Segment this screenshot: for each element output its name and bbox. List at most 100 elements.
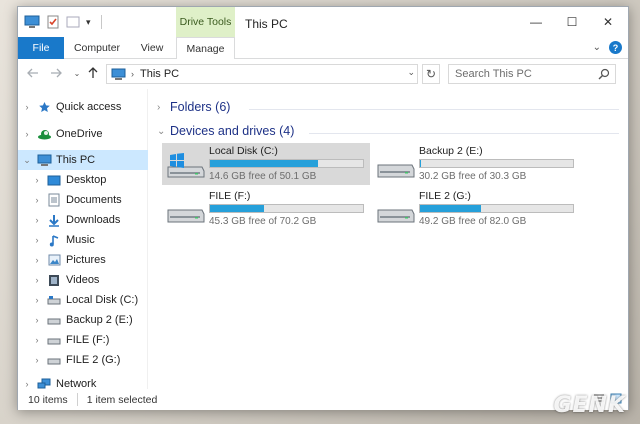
drive-file-f[interactable]: FILE (F:) 45.3 GB free of 70.2 GB [162,188,370,230]
tab-computer[interactable]: Computer [68,37,126,59]
computer-icon [111,68,126,80]
drive-name: FILE 2 (G:) [419,190,471,202]
drive-usage-bar [419,159,574,168]
nav-item-desktop[interactable]: › Desktop [18,170,148,190]
properties-icon[interactable] [46,15,60,29]
group-divider [249,109,619,110]
nav-item-label: FILE (F:) [66,334,110,346]
tab-view[interactable]: View [130,37,174,59]
genk-watermark-logo: GENK [553,393,626,418]
expand-chevron-icon[interactable]: › [22,129,32,139]
recent-locations-icon[interactable]: ⌄ [70,66,84,80]
address-bar[interactable]: › This PC ⌄ [106,64,418,84]
navigation-pane: › Quick access › OneDrive ⌄ This PC › De… [18,89,148,390]
nav-item-label: Music [66,234,95,246]
nav-item-local-disk-c[interactable]: › Local Disk (C:) [18,290,148,310]
close-button[interactable]: ✕ [590,7,626,37]
drive-free-space: 14.6 GB free of 50.1 GB [209,171,317,182]
expand-chevron-icon[interactable]: › [32,295,42,305]
group-header-label: Folders (6) [170,100,231,114]
nav-item-label: Desktop [66,174,107,186]
nav-item-backup-2-e[interactable]: › Backup 2 (E:) [18,310,148,330]
new-folder-icon[interactable] [66,15,80,29]
nav-item-label: Pictures [66,254,106,266]
ribbon-tabs: File Computer View Manage ⌄ ? [18,37,628,60]
group-header-devices[interactable]: ⌄ Devices and drives (4) [157,124,294,138]
star-icon [36,100,52,114]
nav-item-quick-access[interactable]: › Quick access [18,97,148,117]
expand-chevron-icon[interactable]: › [32,315,42,325]
nav-item-file-2-g[interactable]: › FILE 2 (G:) [18,350,148,370]
pictures-icon [46,253,62,267]
address-dropdown-icon[interactable]: ⌄ [407,67,415,78]
expand-chevron-icon[interactable]: › [32,215,42,225]
drive-icon [46,313,62,327]
expand-chevron-icon[interactable]: › [32,195,42,205]
quick-access-toolbar: ▾ [24,15,102,29]
expand-chevron-icon[interactable]: › [32,275,42,285]
drive-usage-bar [209,204,364,213]
selection-count: 1 item selected [86,393,158,406]
maximize-button[interactable]: ☐ [554,7,590,37]
qat-divider [100,15,102,29]
tab-file[interactable]: File [18,37,64,59]
drive-free-space: 45.3 GB free of 70.2 GB [209,216,317,227]
nav-item-label: FILE 2 (G:) [66,354,121,366]
nav-item-onedrive[interactable]: › OneDrive [18,124,148,144]
refresh-icon[interactable]: ↻ [422,64,440,84]
drive-usage-bar [209,159,364,168]
expand-chevron-icon[interactable]: › [157,102,163,113]
expand-chevron-icon[interactable]: › [22,379,32,389]
nav-item-label: Documents [66,194,122,206]
nav-item-file-f[interactable]: › FILE (F:) [18,330,148,350]
drive-icon [46,333,62,347]
nav-item-documents[interactable]: › Documents [18,190,148,210]
up-arrow-icon[interactable] [86,66,100,80]
nav-item-downloads[interactable]: › Downloads [18,210,148,230]
nav-item-music[interactable]: › Music [18,230,148,250]
drive-icon [46,293,62,307]
videos-icon [46,273,62,287]
expand-chevron-icon[interactable]: › [32,255,42,265]
drive-usage-fill [420,205,482,212]
drive-backup-2-e[interactable]: Backup 2 (E:) 30.2 GB free of 30.3 GB [372,143,580,185]
drive-file-2-g[interactable]: FILE 2 (G:) 49.2 GB free of 82.0 GB [372,188,580,230]
nav-item-label: Local Disk (C:) [66,294,139,306]
expand-chevron-icon[interactable]: › [32,235,42,245]
forward-arrow-icon[interactable] [49,66,63,80]
drive-name: Backup 2 (E:) [419,145,483,157]
computer-icon[interactable] [24,15,40,29]
item-count: 10 items [28,393,68,406]
expand-chevron-icon[interactable]: › [32,355,42,365]
expand-chevron-icon[interactable]: › [22,102,32,112]
group-divider [309,133,619,134]
tab-manage[interactable]: Manage [176,37,235,60]
status-bar: 10 items 1 item selected [18,389,628,410]
customize-qat-icon[interactable]: ▾ [86,17,91,28]
collapse-chevron-icon[interactable]: ⌄ [157,126,165,137]
nav-item-label: Backup 2 (E:) [66,314,133,326]
collapse-chevron-icon[interactable]: ⌄ [22,155,32,166]
search-input[interactable]: Search This PC [448,64,616,84]
nav-item-videos[interactable]: › Videos [18,270,148,290]
nav-item-pictures[interactable]: › Pictures [18,250,148,270]
group-header-folders[interactable]: › Folders (6) [157,100,230,114]
drive-free-space: 30.2 GB free of 30.3 GB [419,171,527,182]
nav-item-label: Quick access [56,101,122,113]
breadcrumb-this-pc[interactable]: This PC [140,68,179,80]
drive-local-disk-c[interactable]: Local Disk (C:) 14.6 GB free of 50.1 GB [162,143,370,185]
nav-item-this-pc[interactable]: ⌄ This PC [18,150,148,170]
downloads-icon [46,213,62,227]
back-arrow-icon[interactable] [26,66,40,80]
address-row: ⌄ › This PC ⌄ ↻ Search This PC [18,59,628,89]
drive-usage-fill [210,160,319,167]
title-bar: ▾ Drive Tools This PC — ☐ ✕ [18,7,628,37]
desktop-icon [46,173,62,187]
breadcrumb-separator-icon[interactable]: › [131,69,134,79]
drive-name: FILE (F:) [209,190,251,202]
minimize-button[interactable]: — [518,7,554,37]
expand-chevron-icon[interactable]: › [32,335,42,345]
expand-chevron-icon[interactable]: › [32,175,42,185]
help-icon[interactable]: ? [609,41,622,54]
expand-ribbon-icon[interactable]: ⌄ [593,42,601,53]
